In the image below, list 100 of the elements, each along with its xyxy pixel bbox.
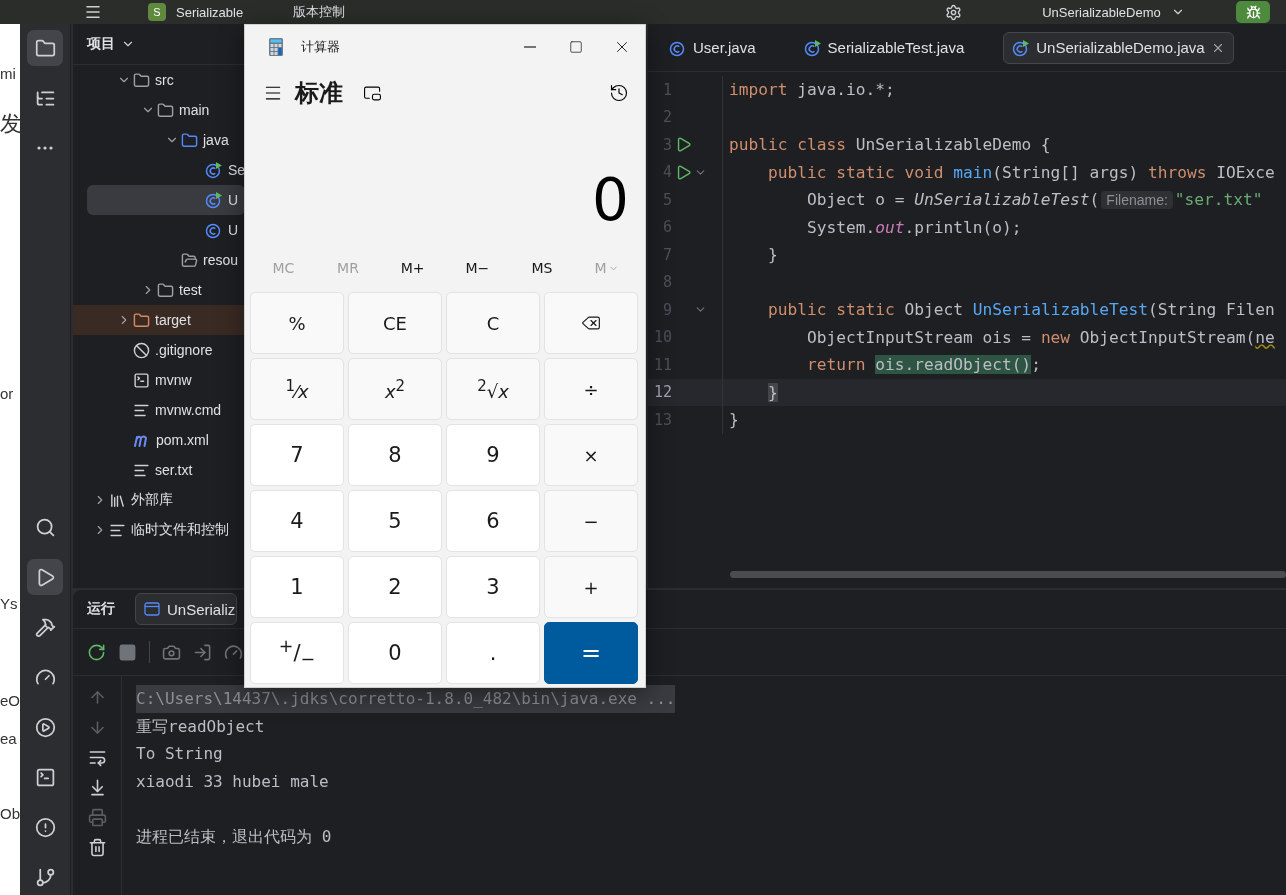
page-text: or	[0, 384, 15, 404]
folder-icon	[157, 101, 174, 119]
history-icon[interactable]	[609, 83, 629, 103]
vcs-menu[interactable]: 版本控制	[293, 3, 346, 21]
minimize-icon	[524, 46, 536, 48]
code-line: Object o = UnSerializableTest( Filename: "ser.txt"	[805, 190, 1263, 210]
tree-item[interactable]: U	[87, 215, 245, 245]
tree-item[interactable]: Se	[87, 155, 245, 185]
console-line: xiaodi 33 hubei male	[136, 770, 329, 793]
calculator-key[interactable]: 0	[348, 622, 442, 684]
folder-icon	[34, 37, 56, 59]
project-name[interactable]: Serializable	[176, 4, 244, 20]
scrollbar[interactable]	[730, 571, 1286, 578]
code-line: import java.io.*;	[729, 80, 895, 100]
tree-item[interactable]: mvnw	[87, 365, 245, 395]
more-icon	[37, 146, 53, 150]
calculator-key[interactable]: 5	[348, 490, 442, 552]
gauge-button[interactable]	[224, 642, 243, 662]
code-line: public class UnSerializableDemo {	[729, 135, 1051, 155]
wrap-icon	[87, 748, 107, 767]
slash-circle-icon	[133, 341, 150, 359]
rerun-button[interactable]	[87, 642, 106, 662]
menu-icon[interactable]	[84, 3, 102, 21]
tree-item[interactable]: pom.xml	[87, 425, 245, 455]
calculator-key[interactable]: 2	[348, 556, 442, 618]
panel-title: 运行	[87, 600, 115, 618]
calculator-key[interactable]: $^{1}$⁄x	[250, 358, 344, 420]
code-line: ObjectInputStream ois = new ObjectInputStream(ne	[805, 327, 1275, 347]
stop-button[interactable]	[118, 642, 137, 662]
calculator-key[interactable]: .	[446, 622, 540, 684]
class-icon	[205, 161, 223, 179]
editor-tab[interactable]: SerializableTest.java	[794, 31, 974, 64]
tree-item[interactable]: .gitignore	[87, 335, 245, 365]
wrap-button[interactable]	[87, 748, 107, 767]
calculator-key[interactable]: −	[544, 490, 638, 552]
tree-item[interactable]: target	[73, 305, 245, 335]
memory-button[interactable]: M+	[380, 248, 445, 288]
terminal-icon	[133, 371, 150, 389]
calculator-key[interactable]: 9	[446, 424, 540, 486]
console-line: To String	[136, 743, 223, 765]
window-title: 计算器	[301, 38, 340, 56]
class-icon	[205, 221, 223, 239]
calculator-key[interactable]: C	[446, 292, 540, 354]
trash-icon	[87, 838, 107, 857]
enter-button[interactable]	[193, 642, 212, 662]
class-icon	[803, 38, 822, 57]
code-line: }	[766, 245, 778, 265]
tree-item[interactable]: main	[87, 95, 245, 125]
calculator-key[interactable]: 3	[446, 556, 540, 618]
tree-item[interactable]: 临时文件和控制	[87, 515, 245, 545]
clear-button[interactable]	[87, 838, 107, 857]
tree-item[interactable]: src	[87, 65, 245, 95]
run-tab[interactable]: UnSerializ	[135, 593, 238, 625]
calculator-key[interactable]: 8	[348, 424, 442, 486]
folder-icon	[181, 251, 198, 269]
mode-title: 标准	[295, 78, 343, 109]
tree-item[interactable]: java	[87, 125, 245, 155]
maximize-icon	[569, 40, 583, 54]
tree-item[interactable]: test	[87, 275, 245, 305]
gauge-icon	[224, 642, 243, 662]
calculator-key[interactable]: +	[544, 556, 638, 618]
calculator-key[interactable]: $^{2}$√x	[446, 358, 540, 420]
calculator-key[interactable]: ÷	[544, 358, 638, 420]
calculator-key[interactable]: $^{+}$/$_{−}$	[250, 622, 344, 684]
window-icon	[144, 602, 160, 616]
tree-item[interactable]: mvnw.cmd	[87, 395, 245, 425]
run-config-selector[interactable]: UnSerializableDemo	[1042, 4, 1161, 20]
folder-icon	[133, 311, 150, 329]
calculator-key[interactable]: 7	[250, 424, 344, 486]
code-line: System.out.println(o);	[805, 217, 1022, 237]
tool-window-button[interactable]	[27, 30, 63, 66]
debug-button[interactable]	[1236, 1, 1270, 23]
bug-icon	[1245, 4, 1261, 20]
editor-tab[interactable]: User.java	[660, 31, 765, 64]
folder-icon	[181, 131, 198, 149]
console-line: 重写readObject	[136, 715, 265, 738]
memory-button[interactable]: MS	[509, 248, 575, 288]
calculator-key[interactable]: ×	[544, 424, 638, 486]
calculator-key[interactable]: 4	[250, 490, 344, 552]
calculator-key[interactable]: =	[544, 622, 638, 684]
camera-button[interactable]	[162, 642, 181, 662]
tree-item[interactable]: 外部库	[87, 485, 245, 515]
print-button[interactable]	[87, 808, 107, 827]
calculator-key[interactable]: CE	[348, 292, 442, 354]
terminal-icon	[34, 766, 56, 788]
panel-title[interactable]: 项目	[87, 35, 115, 53]
settings-icon[interactable]	[945, 3, 963, 21]
calculator-key[interactable]: 1	[250, 556, 344, 618]
printer-icon	[87, 808, 107, 827]
page-text: eO	[0, 691, 20, 711]
tool-window-button[interactable]	[27, 559, 63, 595]
tree-item[interactable]: resou	[87, 245, 245, 275]
tree-item[interactable]: ser.txt	[87, 455, 245, 485]
memory-button[interactable]: M−	[445, 248, 510, 288]
calculator-key[interactable]: %	[250, 292, 344, 354]
editor-tab[interactable]: UnSerializableDemo.java	[1003, 31, 1234, 64]
calculator-key[interactable]: 6	[446, 490, 540, 552]
tree-item[interactable]: U	[87, 185, 245, 215]
calculator-key[interactable]: x$^{2}$	[348, 358, 442, 420]
enter-icon	[193, 642, 212, 662]
